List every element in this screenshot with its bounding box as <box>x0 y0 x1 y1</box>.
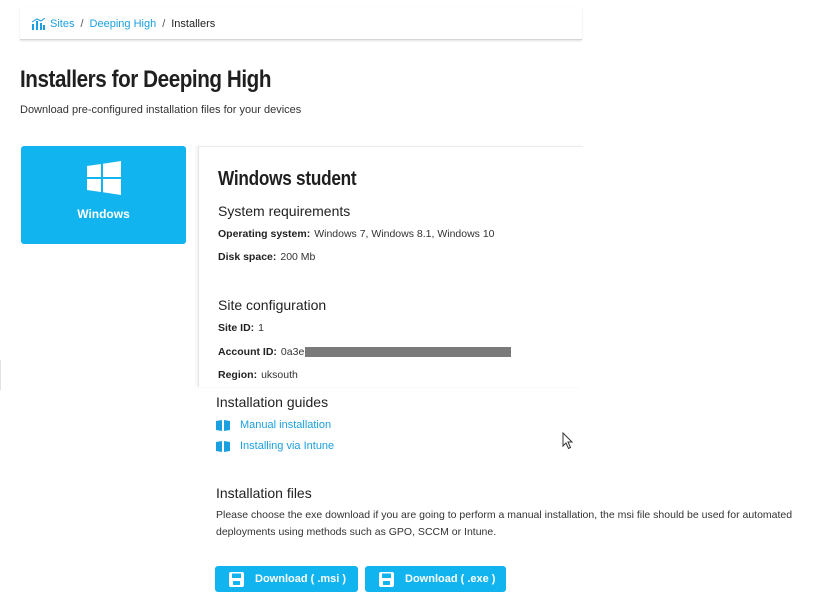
os-label: Operating system: <box>218 228 311 240</box>
os-value: Windows 7, Windows 8.1, Windows 10 <box>314 228 495 240</box>
page-title: Installers for Deeping High <box>20 66 272 93</box>
windows-logo-icon <box>86 161 121 195</box>
breadcrumb-separator: / <box>162 17 166 30</box>
disk-label: Disk space: <box>218 251 277 263</box>
book-icon <box>216 440 230 452</box>
download-exe-label: Download ( .exe ) <box>405 573 496 585</box>
save-icon <box>229 571 244 587</box>
left-divider <box>0 360 1 390</box>
site-id-row: Site ID: 1 <box>218 322 264 334</box>
os-tile-windows[interactable]: Windows <box>21 146 186 244</box>
disk-value: 200 Mb <box>280 251 316 263</box>
book-icon <box>216 419 230 431</box>
download-exe-button[interactable]: Download ( .exe ) <box>365 566 506 592</box>
region-row: Region: uksouth <box>218 369 298 381</box>
site-configuration-heading: Site configuration <box>218 297 327 313</box>
installation-files-description: Please choose the exe download if you ar… <box>216 509 793 538</box>
breadcrumb: Sites / Deeping High / Installers <box>20 8 582 40</box>
site-id-value: 1 <box>258 322 265 334</box>
intune-installation-link[interactable]: Installing via Intune <box>216 440 334 452</box>
download-msi-button[interactable]: Download ( .msi ) <box>215 566 358 592</box>
guide-label: Manual installation <box>240 419 332 431</box>
download-msi-label: Download ( .msi ) <box>255 573 347 585</box>
site-id-label: Site ID: <box>218 322 255 334</box>
region-label: Region: <box>218 369 258 381</box>
installer-title: Windows student <box>218 168 357 190</box>
account-id-label: Account ID: <box>218 346 277 358</box>
breadcrumb-site-link[interactable]: Deeping High <box>90 18 157 30</box>
redaction-bar <box>305 347 512 358</box>
installation-guides-heading: Installation guides <box>216 394 329 410</box>
os-requirement: Operating system: Windows 7, Windows 8.1,… <box>218 228 495 240</box>
account-id-row: Account ID: 0a3e <box>218 346 512 358</box>
page-subtitle: Download pre-configured installation fil… <box>20 104 302 116</box>
save-icon <box>379 571 394 587</box>
guide-label: Installing via Intune <box>240 440 335 452</box>
manual-installation-link[interactable]: Manual installation <box>216 419 331 431</box>
region-value: uksouth <box>261 369 298 381</box>
os-tile-label: Windows <box>77 207 130 221</box>
breadcrumb-current: Installers <box>171 17 216 30</box>
disk-requirement: Disk space: 200 Mb <box>218 251 315 263</box>
account-id-value: 0a3e <box>280 346 305 358</box>
system-requirements-heading: System requirements <box>218 203 351 219</box>
breadcrumb-sites-link[interactable]: Sites <box>50 18 74 30</box>
installation-files-heading: Installation files <box>216 485 312 501</box>
breadcrumb-separator: / <box>80 17 84 30</box>
mouse-cursor-icon <box>562 432 574 450</box>
sites-icon <box>32 17 45 30</box>
